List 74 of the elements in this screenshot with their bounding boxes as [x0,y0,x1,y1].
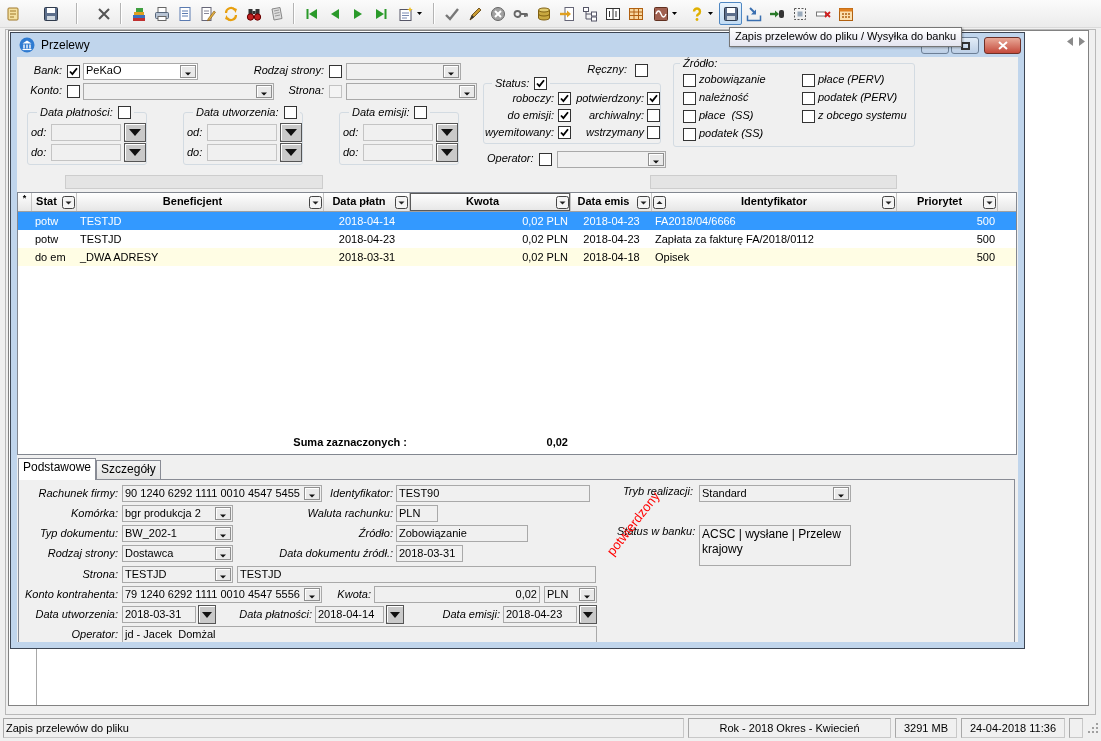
table-cell-text: 2018-04-23 [582,232,641,247]
field-label: Rodzaj strony: [252,64,324,78]
field-label: Status: [495,77,530,90]
field-label: Komórka: [69,506,118,521]
field-label: do emisji: [506,108,554,123]
field-label: od: [31,125,48,140]
field-label: Bank: [32,64,62,78]
table-cell-text: 0,02 PLN [521,250,569,265]
checkbox-label: podatek (SS) [699,127,764,141]
field-label: Strona: [81,567,118,582]
table-cell-text: 500 [975,232,996,247]
field-label: Data emisji: [352,106,410,119]
field-label: wstrzymany [584,125,644,140]
table-cell-text: TESTJD [79,232,123,247]
field-label: Konto kontrahenta: [24,587,118,602]
status-text: Rok - 2018 Okres - Kwiecień [688,718,891,738]
checkbox-label: płace (PERV) [818,73,885,87]
table-cell-text: FA2018/04/6666 [654,214,737,229]
checkbox-label: z obcego systemu [818,109,907,123]
field-label: Data płatności: [238,607,312,622]
field-label: Źródło: [357,526,393,541]
field-label: Data utworzenia: [34,607,118,622]
checkbox-label: należność [699,91,749,105]
table-cell-text: potw [34,214,60,229]
field-label: Data emisji: [441,607,500,622]
field-label: Kwota: [336,587,371,602]
checkbox-label: płace (SS) [699,109,754,123]
table-cell-text: potw [34,232,60,247]
status-text: 3291 MB [895,718,957,738]
field-label: Strona: [287,84,324,98]
field-label: od: [343,125,360,140]
checkbox-label: zobowiązanie [699,73,766,87]
field-label: do: [343,145,360,160]
table-cell-text: 2018-03-31 [337,250,397,265]
checkbox-label: podatek (PERV) [818,91,898,105]
table-cell-text: Opisek [654,250,691,265]
field-label: Operator: [70,627,118,642]
field-label: Data płatności: [40,106,113,119]
field-label: Ręczny: [587,63,627,77]
summary-label: Suma zaznaczonych : [292,436,408,450]
field-label: roboczy: [511,91,554,106]
field-label: Waluta rachunku: [306,506,393,521]
field-label: od: [187,125,204,140]
table-cell-text: do em [34,250,67,265]
table-cell-text: 500 [975,214,996,229]
field-label: Operator: [487,152,533,166]
field-label: Data dokumentu źródł.: [278,546,393,561]
tooltip: Zapis przelewów do pliku / Wysyłka do banku [729,27,963,48]
status-text: Zapis przelewów do pliku [3,718,684,738]
field-label: Źródło: [683,57,718,70]
field-label: do: [187,145,204,160]
field-label: Data utworzenia: [196,106,279,119]
table-cell-text: 2018-04-14 [337,214,397,229]
table-cell-text: 500 [975,250,996,265]
table-cell-text: _DWA ADRESY [79,250,160,265]
status-text: 24-04-2018 11:36 [961,718,1065,738]
field-label: archiwalny: [587,108,644,123]
table-cell-text: 2018-04-18 [582,250,641,265]
field-label: Konto: [29,84,62,98]
field-label: do: [31,145,48,160]
table-cell-text: 0,02 PLN [521,214,569,229]
table-cell-text: 0,02 PLN [521,232,569,247]
table-cell-text: Zapłata za fakturę FA/2018/0112 [654,232,815,247]
window-title: Przelewy [41,37,90,53]
field-label: Typ dokumentu: [38,526,118,541]
field-label: Identyfikator: [329,486,393,501]
field-label: wyemitowany: [484,125,554,140]
table-cell-text: 2018-04-23 [337,232,397,247]
field-label: Rodzaj strony: [46,546,118,561]
table-cell-text: TESTJD [79,214,123,229]
summary-value: 0,02 [545,436,569,450]
table-cell-text: 2018-04-23 [582,214,641,229]
field-label: potwierdzony: [575,91,644,106]
field-label: Rachunek firmy: [37,486,118,501]
